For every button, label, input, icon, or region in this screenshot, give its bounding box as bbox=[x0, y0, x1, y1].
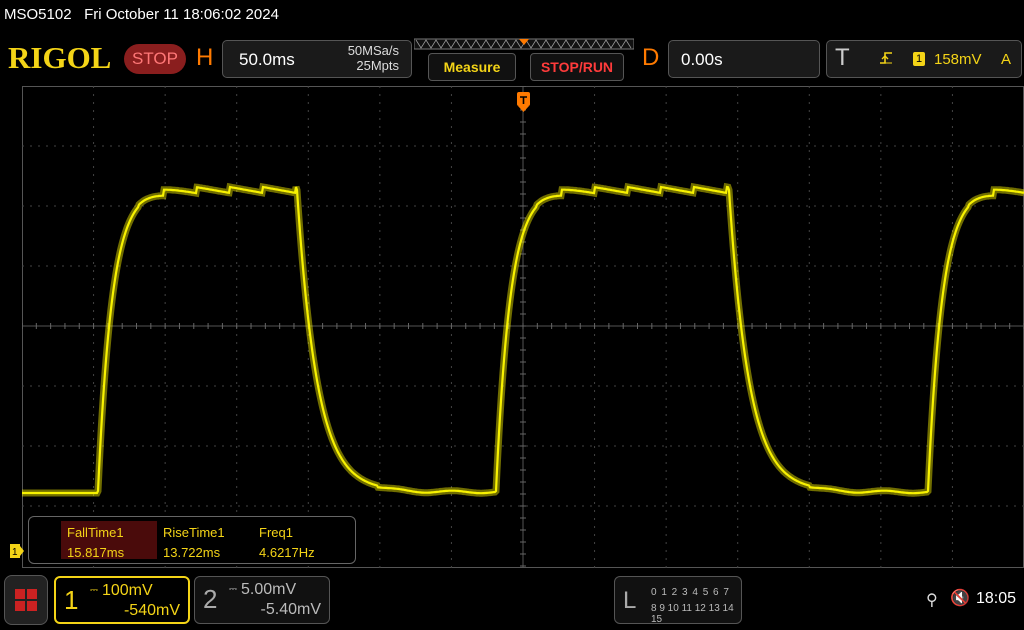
menu-grid-icon bbox=[15, 589, 37, 611]
run-state-badge[interactable]: STOP bbox=[124, 44, 186, 74]
horizontal-timebase-box[interactable]: 50.0ms 50MSa/s 25Mpts bbox=[222, 40, 412, 78]
logic-analyzer-box[interactable]: L 0 1 2 3 4 5 6 7 8 9 10 11 12 13 14 15 bbox=[614, 576, 742, 625]
measurement-freq[interactable]: Freq1 4.6217Hz bbox=[253, 521, 349, 560]
dc-coupling-icon: ⎓ bbox=[229, 584, 237, 596]
channel1-scale: 100mV bbox=[101, 582, 153, 599]
acquisition-info: 50MSa/s 25Mpts bbox=[348, 43, 399, 73]
speaker-muted-icon[interactable]: 🔇 bbox=[950, 588, 970, 608]
channel-menu-button[interactable] bbox=[4, 575, 48, 625]
usb-icon: ⚲ bbox=[926, 592, 938, 609]
channel2-scale: 5.00mV bbox=[240, 581, 297, 598]
channel1-offset: -540mV bbox=[123, 602, 180, 619]
horizontal-letter: H bbox=[196, 44, 214, 71]
stop-run-button[interactable]: STOP/RUN bbox=[530, 53, 624, 81]
status-clock: 18:05 bbox=[976, 590, 1017, 607]
channel1-scale-row: ⎓ 100mV bbox=[90, 582, 153, 600]
title-bar: MSO5102 Fri October 11 18:06:02 2024 bbox=[4, 6, 279, 23]
measure-button[interactable]: Measure bbox=[428, 53, 516, 81]
trigger-source-badge: 1 bbox=[913, 52, 925, 66]
trigger-time-marker bbox=[517, 92, 530, 112]
memory-depth: 25Mpts bbox=[356, 58, 399, 73]
logic-channels-row1: 0 1 2 3 4 5 6 7 bbox=[651, 587, 730, 598]
grid-lines bbox=[22, 86, 1024, 568]
trigger-level: 158mV bbox=[934, 51, 982, 68]
logic-letter: L bbox=[623, 587, 637, 614]
trigger-mode: A bbox=[1001, 51, 1012, 68]
model-name: MSO5102 bbox=[4, 6, 72, 23]
measurement-label: RiseTime1 bbox=[163, 525, 225, 540]
delay-box[interactable]: 0.00s bbox=[668, 40, 820, 78]
measurement-label: FallTime1 bbox=[67, 525, 124, 540]
logic-channels-row2: 8 9 10 11 12 13 14 15 bbox=[651, 603, 734, 625]
waveform-grid[interactable] bbox=[22, 86, 1024, 568]
rising-edge-icon bbox=[879, 51, 893, 68]
channel2-box[interactable]: 2 ⎓ 5.00mV -5.40mV bbox=[194, 576, 330, 624]
channel1-number: 1 bbox=[64, 585, 79, 615]
channel1-offset-marker[interactable]: 1 bbox=[10, 544, 24, 560]
dc-coupling-icon: ⎓ bbox=[90, 585, 98, 597]
channel2-offset: -5.40mV bbox=[260, 601, 321, 618]
delay-value: 0.00s bbox=[681, 50, 723, 69]
rigol-logo: RIGOL bbox=[8, 40, 112, 75]
channel2-scale-row: ⎓ 5.00mV bbox=[229, 581, 296, 599]
memory-position-strip bbox=[414, 38, 634, 50]
measurement-falltime[interactable]: FallTime1 15.817ms bbox=[61, 521, 157, 560]
timebase-value: 50.0ms bbox=[239, 50, 295, 69]
measurement-value: 4.6217Hz bbox=[259, 545, 315, 560]
datetime: Fri October 11 18:06:02 2024 bbox=[84, 6, 279, 23]
channel1-box[interactable]: 1 ⎓ 100mV -540mV bbox=[54, 576, 190, 624]
delay-letter: D bbox=[642, 44, 660, 71]
measurement-panel: FallTime1 15.817ms RiseTime1 13.722ms Fr… bbox=[28, 516, 356, 564]
measurement-label: Freq1 bbox=[259, 525, 293, 540]
measurement-risetime[interactable]: RiseTime1 13.722ms bbox=[157, 521, 253, 560]
trigger-box[interactable]: T 1 158mV A bbox=[826, 40, 1022, 78]
measurement-value: 15.817ms bbox=[67, 545, 125, 560]
channel2-number: 2 bbox=[203, 584, 218, 614]
sample-rate: 50MSa/s bbox=[347, 43, 399, 58]
trigger-letter: T bbox=[835, 44, 850, 71]
measurement-value: 13.722ms bbox=[163, 545, 221, 560]
svg-text:1: 1 bbox=[12, 547, 18, 558]
